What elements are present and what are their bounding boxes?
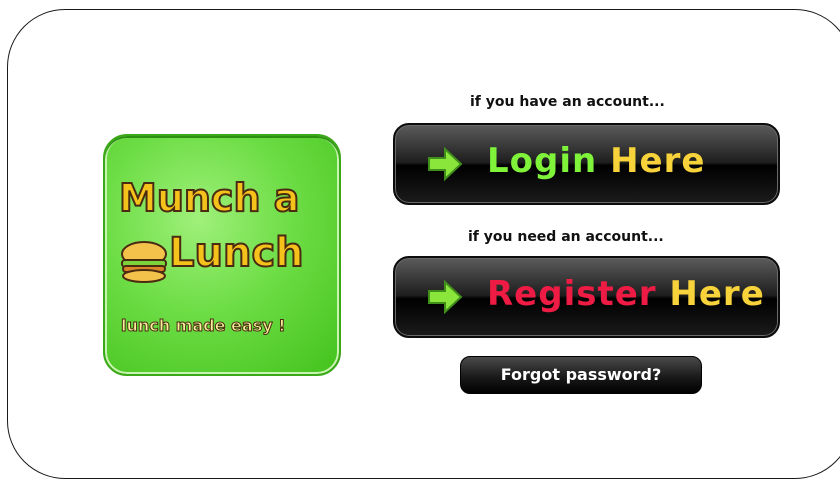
logo-tagline: lunch made easy ! (121, 316, 287, 336)
logo-title-line2: Lunch (168, 229, 305, 277)
login-here-word: Here (610, 141, 706, 181)
register-word: Register (487, 274, 657, 314)
login-button-label: Login Here (487, 141, 705, 181)
register-button-label: Register Here (487, 274, 765, 314)
right-arrow-icon (428, 147, 463, 181)
munch-a-lunch-logo: Munch a Lunch lunch made easy ! (103, 134, 341, 376)
login-button[interactable]: Login Here (393, 123, 780, 205)
right-arrow-icon (428, 280, 463, 314)
login-word: Login (487, 141, 598, 181)
login-hint: if you have an account... (470, 94, 665, 110)
forgot-password-button[interactable]: Forgot password? (460, 356, 702, 394)
register-here-word: Here (669, 274, 765, 314)
register-hint: if you need an account... (468, 229, 664, 245)
sandwich-icon (121, 241, 167, 283)
register-button[interactable]: Register Here (393, 256, 780, 338)
logo-title-line1: Munch a (118, 175, 300, 221)
